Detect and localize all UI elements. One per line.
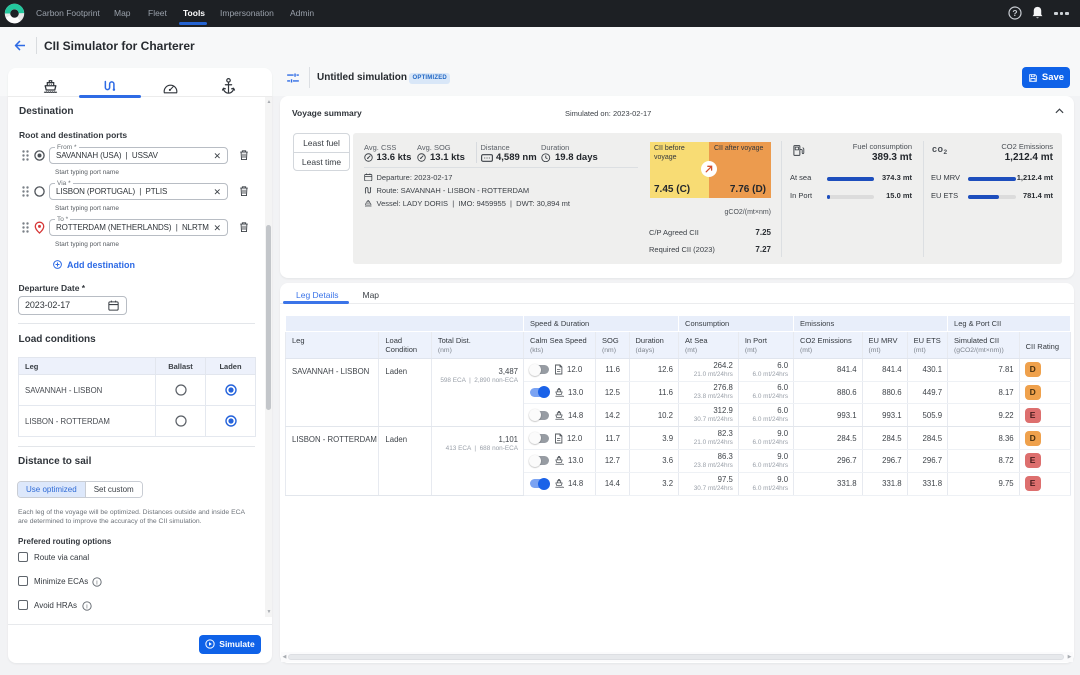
svg-text:?: ?: [1012, 8, 1017, 18]
svg-text:i: i: [96, 579, 97, 586]
svg-text:i: i: [86, 603, 87, 610]
